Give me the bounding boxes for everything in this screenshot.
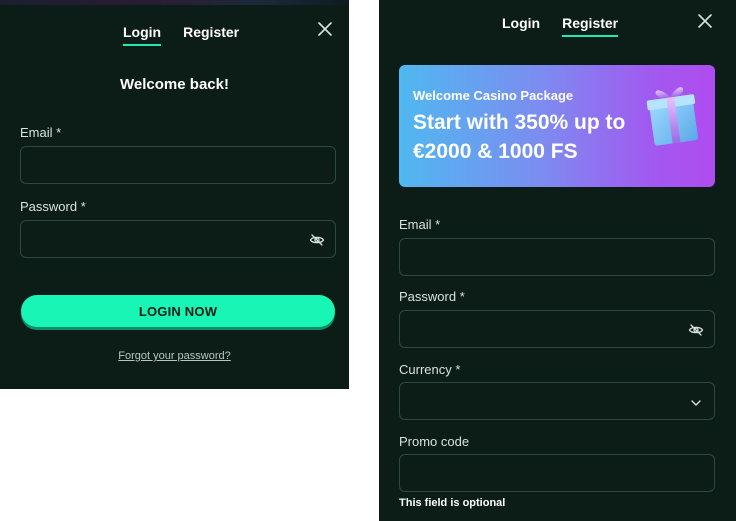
password-label: Password *	[20, 199, 86, 214]
password-input[interactable]	[21, 221, 335, 257]
currency-select[interactable]	[399, 382, 715, 420]
chevron-down-icon[interactable]	[690, 396, 702, 408]
auth-tabs: Login Register	[502, 15, 619, 37]
tab-register[interactable]: Register	[183, 24, 239, 46]
email-field[interactable]	[399, 238, 715, 276]
welcome-package-banner[interactable]: Welcome Casino Package Start with 350% u…	[399, 65, 715, 187]
tab-login[interactable]: Login	[502, 15, 540, 37]
currency-value[interactable]	[400, 383, 714, 419]
email-label: Email *	[20, 125, 62, 140]
tab-login[interactable]: Login	[123, 24, 162, 46]
email-field[interactable]	[20, 146, 336, 184]
auth-tabs: Login Register	[123, 24, 239, 46]
email-input[interactable]	[21, 147, 335, 183]
login-now-button[interactable]: LOGIN NOW	[21, 295, 335, 327]
promo-optional-hint: This field is optional	[399, 497, 506, 509]
currency-label: Currency *	[399, 362, 461, 377]
gift-box-icon	[643, 77, 705, 147]
promo-code-label: Promo code	[399, 434, 470, 449]
login-modal: Login Register Welcome back! Email * Pas…	[0, 0, 349, 389]
password-input[interactable]	[400, 311, 714, 347]
banner-headline: Start with 350% up to €2000 & 1000 FS	[413, 111, 626, 163]
email-label: Email *	[399, 217, 441, 232]
banner-kicker: Welcome Casino Package	[413, 88, 574, 103]
password-field[interactable]	[399, 310, 715, 348]
register-modal: Login Register Welcome Casino Package St…	[379, 0, 736, 521]
close-icon[interactable]	[697, 13, 715, 31]
eye-off-icon[interactable]	[688, 322, 704, 338]
forgot-password-link[interactable]: Forgot your password?	[0, 350, 349, 362]
welcome-heading: Welcome back!	[120, 76, 229, 93]
close-icon[interactable]	[317, 21, 335, 39]
promo-code-input[interactable]	[400, 455, 714, 491]
eye-off-icon[interactable]	[309, 232, 325, 248]
tab-register[interactable]: Register	[562, 15, 619, 37]
password-field[interactable]	[20, 220, 336, 258]
promo-code-field[interactable]	[399, 454, 715, 492]
password-label: Password *	[399, 289, 465, 304]
email-input[interactable]	[400, 239, 714, 275]
background-strip	[0, 0, 349, 5]
